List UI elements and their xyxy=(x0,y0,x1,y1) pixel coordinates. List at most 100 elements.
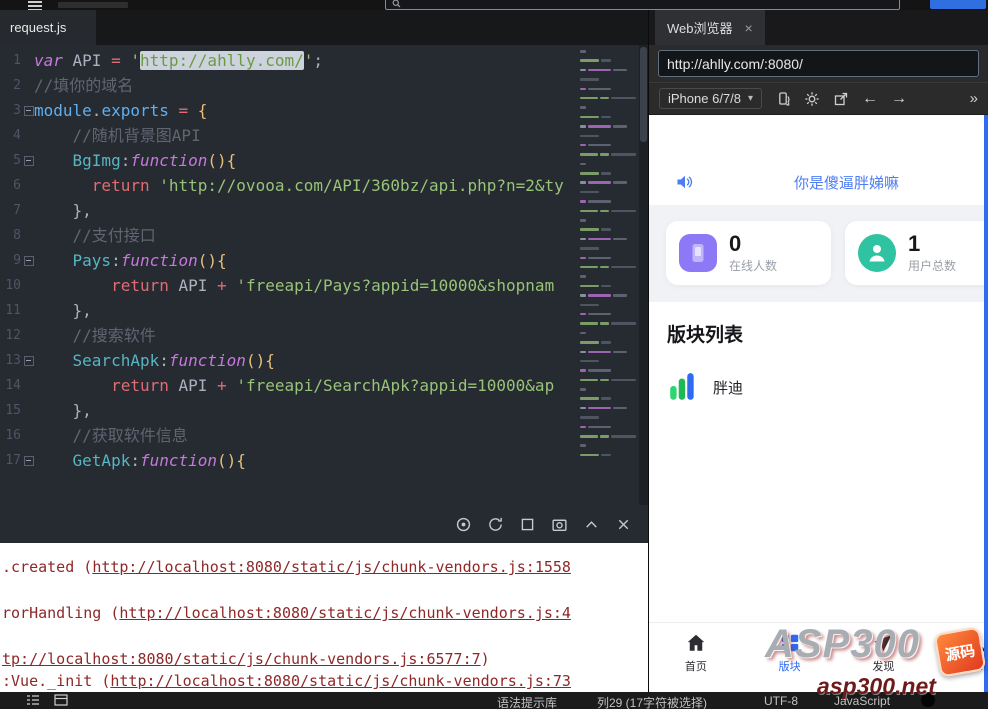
code-line[interactable]: 8 //支付接口 xyxy=(0,223,576,248)
code-line[interactable]: 13 SearchApk:function(){ xyxy=(0,348,576,373)
outline-list-icon[interactable] xyxy=(26,694,40,706)
snapshot-icon[interactable] xyxy=(551,516,568,533)
search-icon xyxy=(392,0,401,8)
menu-items-cutoff xyxy=(58,2,128,8)
tab-web-browser[interactable]: Web浏览器 × xyxy=(655,10,765,45)
line-number: 12 xyxy=(5,328,21,343)
line-number: 9 xyxy=(13,253,21,268)
record-icon[interactable] xyxy=(455,516,472,533)
status-language[interactable]: JavaScript xyxy=(834,694,890,708)
device-select[interactable]: iPhone 6/7/8 ▾ xyxy=(659,88,763,109)
code-line[interactable]: 17 GetApk:function(){ xyxy=(0,448,576,473)
overflow-icon[interactable]: » xyxy=(970,90,978,107)
status-cursor-position[interactable]: 列29 (17字符被选择) xyxy=(597,694,707,709)
notice-banner[interactable]: 你是傻逼胖娣嘛 xyxy=(649,159,988,205)
status-encoding[interactable]: UTF-8 xyxy=(764,694,798,708)
url-input[interactable] xyxy=(658,50,979,77)
speaker-icon xyxy=(677,175,693,189)
tab-close-icon[interactable]: × xyxy=(745,20,753,36)
fold-marker[interactable] xyxy=(21,148,34,173)
device-toolbar: iPhone 6/7/8 ▾ ← → » xyxy=(649,82,988,115)
rotate-device-icon[interactable] xyxy=(775,91,791,107)
run-button[interactable] xyxy=(930,0,986,9)
panel-layout-icon[interactable] xyxy=(54,694,68,706)
tabbar-label: 版块 xyxy=(778,661,801,673)
menu-icon[interactable] xyxy=(28,1,42,10)
line-number: 1 xyxy=(13,53,21,68)
close-console-icon[interactable] xyxy=(615,516,632,533)
tabbar-item-discover[interactable]: 发现 xyxy=(837,623,931,682)
collapse-icon[interactable] xyxy=(583,516,600,533)
code-editor[interactable]: 1 var API = 'http://ahlly.com/'; 2 //填你的域名 3… xyxy=(0,45,648,505)
code-line[interactable]: 12 //搜索软件 xyxy=(0,323,576,348)
forward-icon[interactable]: → xyxy=(891,90,907,107)
global-search-input[interactable] xyxy=(385,0,900,10)
code-line[interactable]: 4 //随机背景图API xyxy=(0,123,576,148)
code-text: module.exports = { xyxy=(34,101,208,120)
line-number: 3 xyxy=(13,103,21,118)
tabbar-item-mine[interactable]: 我的 xyxy=(930,623,988,682)
code-line[interactable]: 11 }, xyxy=(0,298,576,323)
code-line[interactable]: 5 BgImg:function(){ xyxy=(0,148,576,173)
tabbar-item-boards[interactable]: 版块 xyxy=(743,623,837,682)
console-link[interactable]: http://localhost:8080/static/js/chunk-ve… xyxy=(119,604,571,622)
scrollbar-thumb[interactable] xyxy=(640,47,647,142)
fold-marker[interactable] xyxy=(21,348,34,373)
console-output[interactable]: .created (http://localhost:8080/static/j… xyxy=(0,543,648,692)
url-bar xyxy=(649,45,988,82)
fold-marker[interactable] xyxy=(21,448,34,473)
code-line[interactable]: 7 }, xyxy=(0,198,576,223)
tab-label: request.js xyxy=(10,20,67,35)
stats-row: 0 在线人数 1 用户总数 xyxy=(649,205,988,302)
code-text: }, xyxy=(34,301,92,320)
line-number: 11 xyxy=(5,303,21,318)
board-item[interactable]: 胖迪 xyxy=(649,363,988,411)
code-text: //随机背景图API xyxy=(34,126,201,145)
chevron-down-icon: ▾ xyxy=(748,93,754,104)
code-line[interactable]: 16 //获取软件信息 xyxy=(0,423,576,448)
open-external-icon[interactable] xyxy=(833,91,849,107)
restart-icon[interactable] xyxy=(487,516,504,533)
code-line[interactable]: 1 var API = 'http://ahlly.com/'; xyxy=(0,48,576,73)
line-number: 5 xyxy=(13,153,21,168)
tabbar-item-home[interactable]: 首页 xyxy=(649,623,743,682)
editor-code: 1 var API = 'http://ahlly.com/'; 2 //填你的域名 3… xyxy=(0,48,576,473)
user-icon xyxy=(858,234,896,272)
code-line[interactable]: 9 Pays:function(){ xyxy=(0,248,576,273)
tab-request-js[interactable]: request.js xyxy=(0,10,96,45)
code-line[interactable]: 15 }, xyxy=(0,398,576,423)
code-line[interactable]: 2 //填你的域名 xyxy=(0,73,576,98)
back-icon[interactable]: ← xyxy=(862,90,878,107)
fold-marker[interactable] xyxy=(21,98,34,123)
app-page: 你是傻逼胖娣嘛 0 在线人数 1 用户总数 版块列表 胖迪 xyxy=(649,115,988,622)
console-link[interactable]: http://localhost:8080/static/js/chunk-ve… xyxy=(110,672,571,690)
notice-text: 你是傻逼胖娣嘛 xyxy=(793,174,899,192)
line-number: 13 xyxy=(5,353,21,368)
minimap[interactable] xyxy=(580,49,636,462)
status-hint[interactable]: 语法提示库 xyxy=(497,694,557,709)
phone-icon xyxy=(679,234,717,272)
code-line[interactable]: 10 return API + 'freeapi/Pays?appid=1000… xyxy=(0,273,576,298)
fold-marker[interactable] xyxy=(21,248,34,273)
console-line: .created (http://localhost:8080/static/j… xyxy=(2,558,571,576)
code-line[interactable]: 14 return API + 'freeapi/SearchApk?appid… xyxy=(0,373,576,398)
stop-icon[interactable] xyxy=(519,516,536,533)
settings-gear-icon[interactable] xyxy=(804,91,820,107)
status-dot-icon[interactable] xyxy=(921,693,935,707)
browser-tab-label: Web浏览器 xyxy=(667,21,733,36)
editor-scrollbar[interactable] xyxy=(639,45,648,505)
code-line[interactable]: 3 module.exports = { xyxy=(0,98,576,123)
console-link[interactable]: http://localhost:8080/static/js/chunk-ve… xyxy=(92,558,571,576)
console-link[interactable]: tp://localhost:8080/static/js/chunk-vend… xyxy=(2,650,481,668)
code-text: GetApk:function(){ xyxy=(72,451,246,470)
line-number: 10 xyxy=(5,278,21,293)
code-line[interactable]: 6 return 'http://ovooa.com/API/360bz/api… xyxy=(0,173,576,198)
preview-scrollbar[interactable] xyxy=(984,115,988,692)
top-menubar xyxy=(0,0,988,10)
